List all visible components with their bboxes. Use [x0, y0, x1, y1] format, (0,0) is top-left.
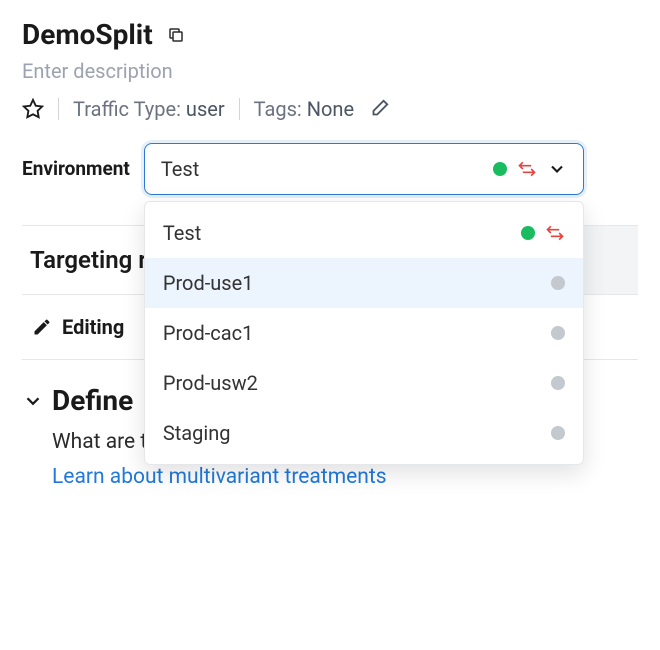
- environment-option-label: Staging: [163, 421, 551, 445]
- environment-option[interactable]: Prod-usw2: [145, 358, 583, 408]
- tab-targeting[interactable]: Targeting r: [22, 226, 156, 294]
- status-dot-icon: [551, 276, 565, 290]
- learn-link[interactable]: Learn about multivariant treatments: [22, 465, 638, 489]
- edit-tags-icon[interactable]: [368, 98, 390, 120]
- divider: [239, 98, 240, 120]
- copy-icon[interactable]: [167, 26, 185, 44]
- tags-label: Tags:: [254, 97, 302, 121]
- environment-option-label: Prod-cac1: [163, 321, 551, 345]
- pencil-icon: [32, 317, 52, 337]
- environment-label: Environment: [22, 143, 130, 180]
- star-icon[interactable]: [22, 98, 44, 120]
- tags-value: None: [302, 97, 354, 121]
- status-dot-icon: [493, 162, 507, 176]
- section-title-define: Define: [52, 384, 133, 417]
- environment-option-label: Prod-usw2: [163, 371, 551, 395]
- description-placeholder[interactable]: Enter description: [22, 59, 638, 83]
- editing-status: Editing: [62, 315, 124, 339]
- environment-option-label: Prod-use1: [163, 271, 551, 295]
- traffic-type: Traffic Type: user: [73, 97, 225, 121]
- environment-option[interactable]: Prod-use1: [145, 258, 583, 308]
- status-dot-icon: [551, 426, 565, 440]
- chevron-down-icon: [537, 159, 567, 179]
- chevron-down-icon[interactable]: [22, 390, 44, 412]
- status-dot-icon: [551, 376, 565, 390]
- status-dot-icon: [551, 326, 565, 340]
- environment-selected-value: Test: [161, 157, 493, 181]
- environment-option-label: Test: [163, 221, 521, 245]
- environment-dropdown: Test Prod-use1 Prod-cac1: [144, 201, 584, 465]
- environment-option[interactable]: Test: [145, 208, 583, 258]
- tags: Tags: None: [254, 97, 354, 121]
- traffic-type-value: user: [181, 97, 225, 121]
- swap-icon: [507, 159, 537, 179]
- traffic-type-label: Traffic Type:: [73, 97, 181, 121]
- divider: [58, 98, 59, 120]
- status-dot-icon: [521, 226, 535, 240]
- environment-select[interactable]: Test: [144, 143, 584, 195]
- environment-option[interactable]: Staging: [145, 408, 583, 458]
- environment-option[interactable]: Prod-cac1: [145, 308, 583, 358]
- swap-icon: [535, 223, 565, 243]
- page-title: DemoSplit: [22, 18, 153, 51]
